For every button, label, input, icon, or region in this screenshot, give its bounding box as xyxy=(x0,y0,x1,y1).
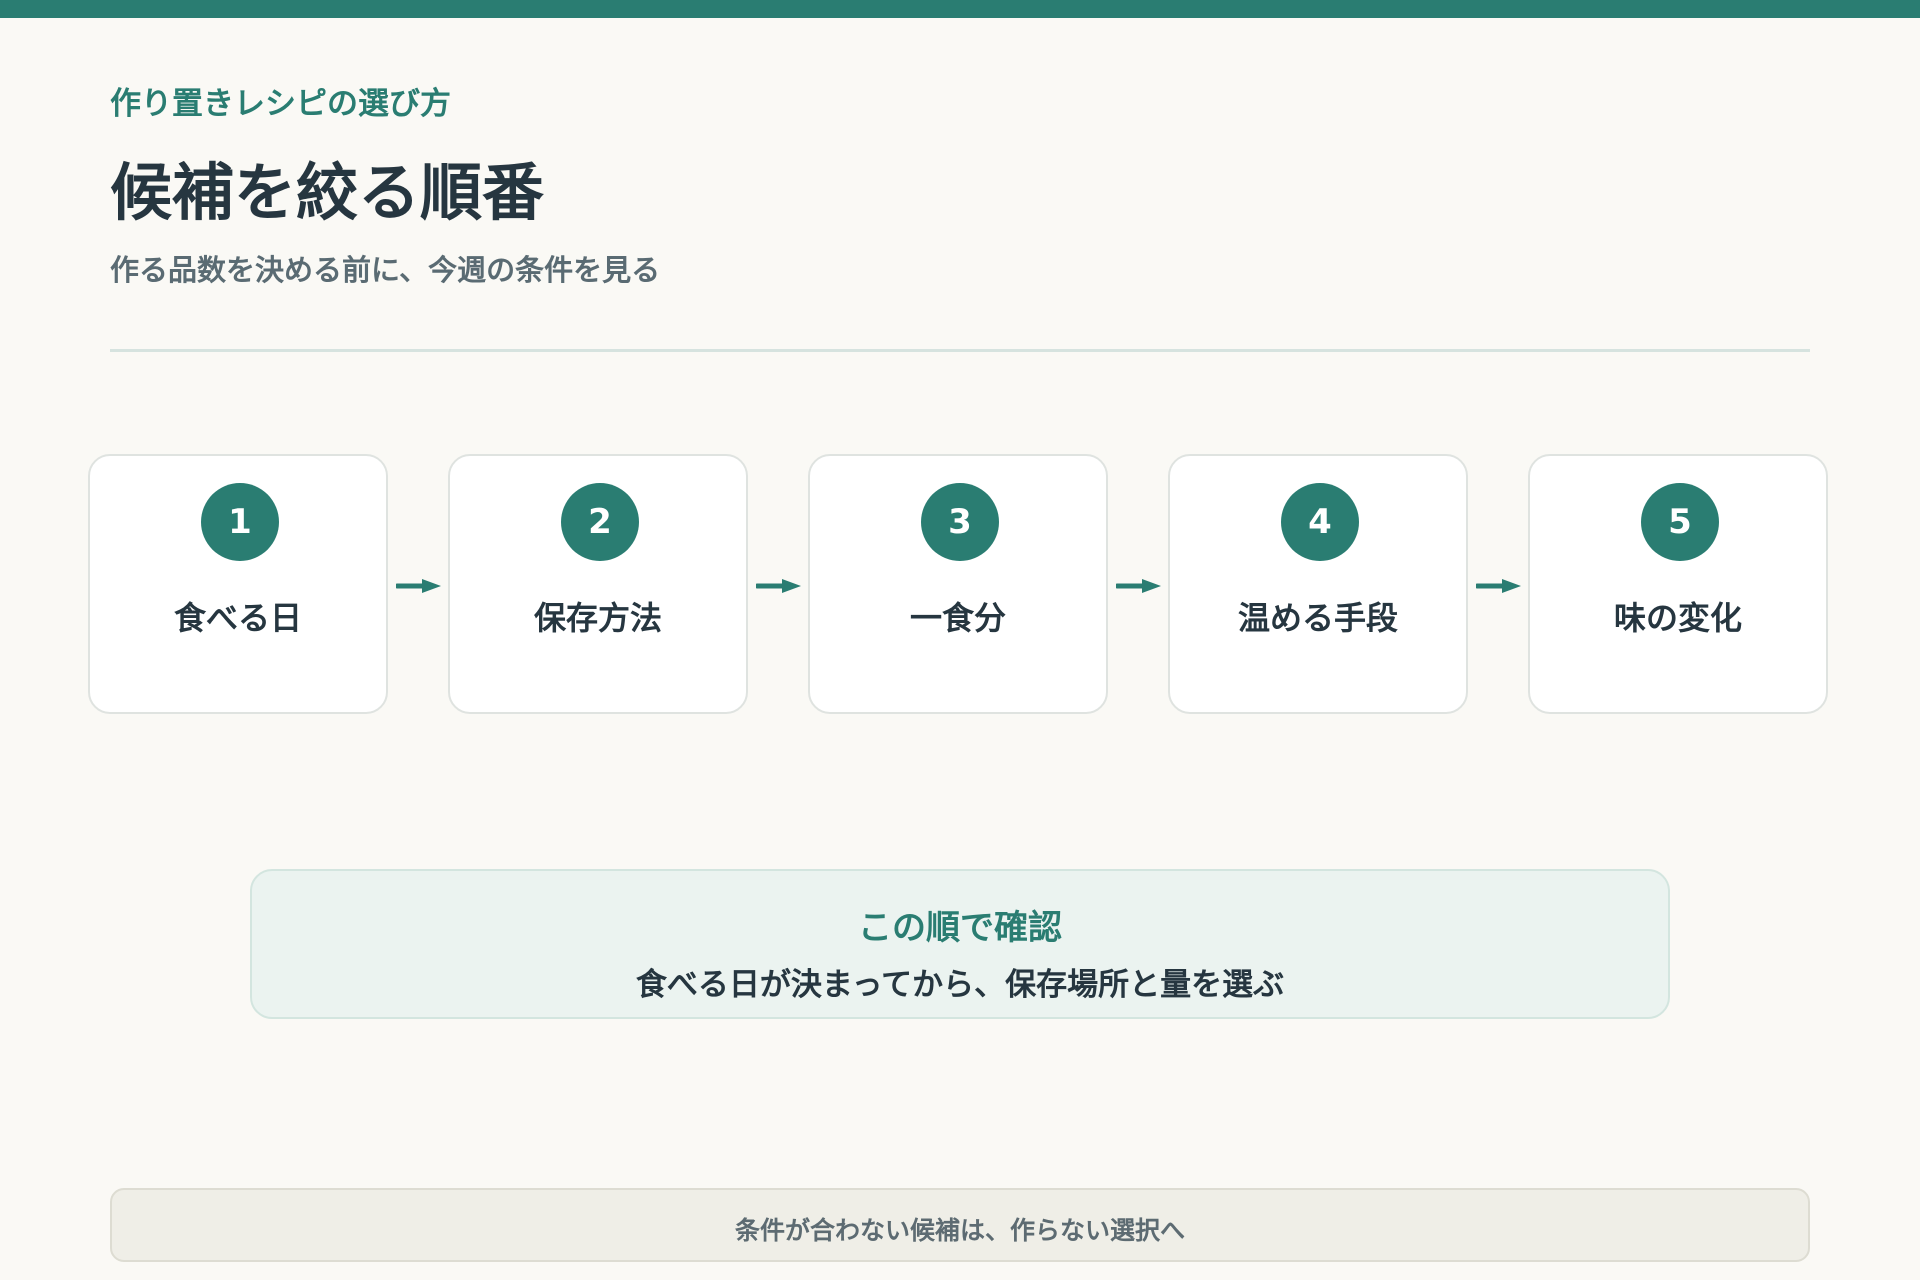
step-flow: 1 食べる日 2 保存方法 3 一食分 4 温める手段 5 味の変化 xyxy=(88,454,1832,716)
note-title: この順で確認 xyxy=(858,908,1062,948)
step-label: 食べる日 xyxy=(173,599,302,637)
page-subtitle: 作る品数を決める前に、今週の条件を見る xyxy=(110,253,661,287)
confirm-note-box: この順で確認 食べる日が決まってから、保存場所と量を選ぶ xyxy=(250,869,1670,1019)
step-label: 一食分 xyxy=(909,599,1006,637)
arrow-right-icon xyxy=(756,579,801,593)
footer-note: 条件が合わない候補は、作らない選択へ xyxy=(110,1188,1810,1262)
step-number-badge: 3 xyxy=(921,483,999,561)
step-label: 温める手段 xyxy=(1237,599,1398,637)
note-body: 食べる日が決まってから、保存場所と量を選ぶ xyxy=(635,967,1285,1003)
step-card-3: 3 一食分 xyxy=(808,454,1108,714)
step-number-badge: 1 xyxy=(201,483,279,561)
section-eyebrow: 作り置きレシピの選び方 xyxy=(110,86,451,122)
arrow-right-icon xyxy=(1116,579,1161,593)
step-card-5: 5 味の変化 xyxy=(1528,454,1828,714)
page-title: 候補を絞る順番 xyxy=(110,156,545,229)
arrow-right-icon xyxy=(1476,579,1521,593)
step-label: 味の変化 xyxy=(1613,599,1742,637)
footer-text: 条件が合わない候補は、作らない選択へ xyxy=(734,1216,1185,1245)
step-card-2: 2 保存方法 xyxy=(448,454,748,714)
step-number-badge: 2 xyxy=(561,483,639,561)
step-card-4: 4 温める手段 xyxy=(1168,454,1468,714)
header-divider xyxy=(110,349,1810,352)
step-number-badge: 5 xyxy=(1641,483,1719,561)
step-number-badge: 4 xyxy=(1281,483,1359,561)
arrow-right-icon xyxy=(396,579,441,593)
step-label: 保存方法 xyxy=(533,599,662,637)
top-accent-bar xyxy=(0,0,1920,18)
step-card-1: 1 食べる日 xyxy=(88,454,388,714)
